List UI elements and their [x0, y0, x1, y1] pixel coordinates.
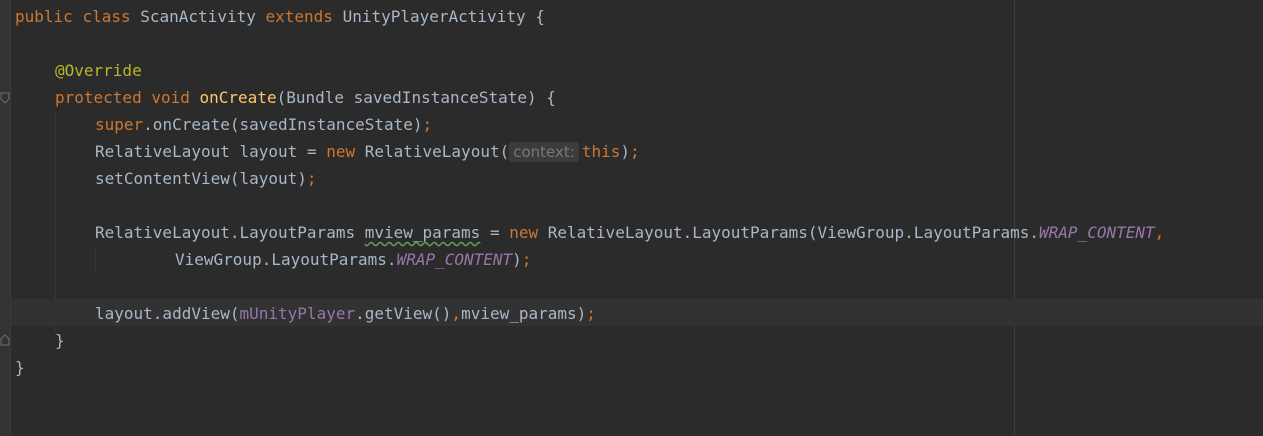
keyword: new: [509, 223, 539, 242]
code-line[interactable]: }: [55, 327, 65, 354]
variable-name: mview_params: [364, 223, 481, 242]
parent-class: UnityPlayerActivity: [342, 7, 526, 26]
method-name: onCreate: [199, 88, 277, 107]
semicolon: ;: [306, 169, 317, 188]
code-line[interactable]: RelativeLayout layout = new RelativeLayo…: [95, 138, 640, 165]
comma: ,: [1154, 223, 1165, 242]
code-text: ViewGroup.LayoutParams.: [175, 250, 397, 269]
editor-gutter[interactable]: [0, 0, 11, 436]
keyword: public: [15, 7, 73, 26]
code-editor[interactable]: public class ScanActivity extends UnityP…: [0, 0, 1263, 436]
keyword: new: [326, 142, 356, 161]
code-text: setContentView(layout): [95, 169, 307, 188]
code-line[interactable]: }: [15, 354, 25, 381]
semicolon: ;: [629, 142, 640, 161]
code-line[interactable]: ViewGroup.LayoutParams.WRAP_CONTENT);: [175, 246, 531, 273]
keyword: this: [581, 142, 621, 161]
code-text: RelativeLayout(: [355, 142, 510, 161]
code-text: RelativeLayout layout =: [95, 142, 327, 161]
indent-guide: [95, 250, 96, 274]
keyword: protected: [55, 88, 142, 107]
code-line[interactable]: super.onCreate(savedInstanceState);: [95, 111, 432, 138]
fold-marker-icon[interactable]: [0, 92, 10, 104]
brace: {: [535, 7, 545, 26]
keyword: void: [151, 88, 190, 107]
code-text: layout.addView(: [95, 304, 240, 323]
field-reference: mUnityPlayer: [239, 304, 356, 323]
brace: }: [55, 331, 65, 350]
semicolon: ;: [586, 304, 596, 323]
brace: }: [15, 358, 25, 377]
class-name: ScanActivity: [140, 7, 256, 26]
indent-guide: [55, 111, 56, 331]
code-line[interactable]: setContentView(layout);: [95, 165, 317, 192]
code-line[interactable]: protected void onCreate(Bundle savedInst…: [55, 84, 556, 111]
code-text: .getView(): [355, 304, 452, 323]
keyword: extends: [265, 7, 333, 26]
right-margin-guide: [1014, 0, 1015, 436]
code-text: ): [620, 142, 630, 161]
code-text: RelativeLayout.LayoutParams(ViewGroup.La…: [538, 223, 1040, 242]
keyword: super: [95, 115, 144, 134]
code-text: RelativeLayout.LayoutParams: [95, 223, 365, 242]
constant: WRAP_CONTENT: [1039, 223, 1155, 242]
semicolon: ;: [422, 115, 433, 134]
keyword: class: [82, 7, 131, 26]
code-text: .onCreate(savedInstanceState): [143, 115, 423, 134]
code-line[interactable]: RelativeLayout.LayoutParams mview_params…: [95, 219, 1164, 246]
fold-end-marker-icon[interactable]: [0, 334, 10, 346]
constant: WRAP_CONTENT: [396, 250, 513, 269]
parameter-hint: context:: [509, 142, 579, 162]
code-line[interactable]: public class ScanActivity extends UnityP…: [15, 3, 545, 30]
code-text: mview_params): [461, 304, 587, 323]
code-text: =: [480, 223, 510, 242]
code-line[interactable]: @Override: [55, 57, 142, 84]
code-line[interactable]: layout.addView(mUnityPlayer.getView(),mv…: [95, 300, 596, 327]
code-text: ): [512, 250, 522, 269]
params: (Bundle savedInstanceState) {: [276, 88, 556, 107]
annotation: @Override: [55, 61, 142, 80]
semicolon: ;: [521, 250, 532, 269]
comma: ,: [451, 304, 462, 323]
